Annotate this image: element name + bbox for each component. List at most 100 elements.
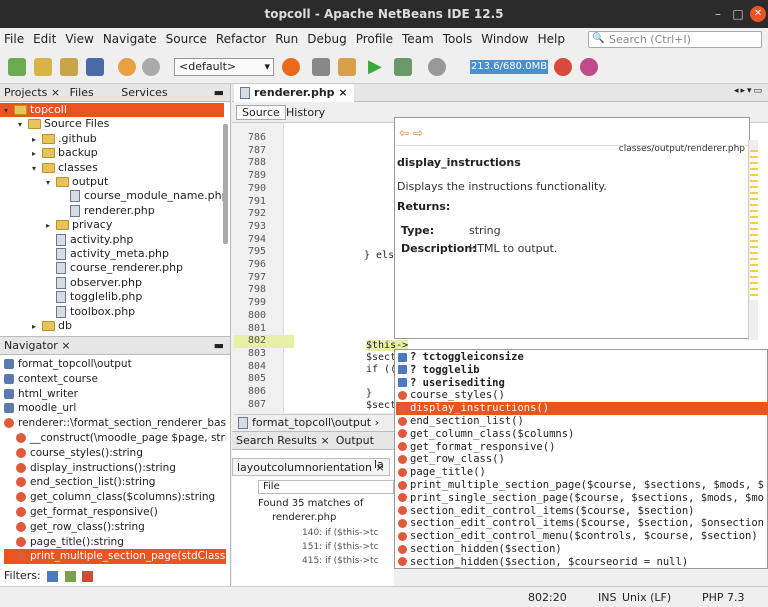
menu-refactor[interactable]: Refactor — [216, 32, 266, 46]
tree-item[interactable]: togglelib.php — [0, 290, 224, 304]
tree-item[interactable]: observer.php — [0, 276, 224, 290]
chevron-icon[interactable]: ▾ — [4, 104, 14, 118]
history-tab[interactable]: History — [286, 106, 325, 119]
tree-item[interactable]: ▾ output — [0, 175, 224, 189]
completion-item[interactable]: end_section_list() — [396, 415, 768, 428]
completion-item[interactable]: section_edit_control_items($course, $sec… — [396, 505, 768, 518]
tree-item[interactable]: activity.php — [0, 233, 224, 247]
completion-item[interactable]: print_multiple_section_page($course, $se… — [396, 479, 768, 492]
tab-files[interactable]: Files — [70, 86, 94, 99]
minimize-icon[interactable]: – — [710, 6, 726, 22]
menu-profile[interactable]: Profile — [356, 32, 393, 46]
navigator-item[interactable]: display_instructions():string — [4, 461, 226, 476]
tab-services[interactable]: Services — [121, 86, 167, 99]
tree-item[interactable]: ▸ db — [0, 319, 224, 333]
debug-icon[interactable] — [394, 58, 412, 76]
navigator-item[interactable]: course_styles():string — [4, 446, 226, 461]
chevron-icon[interactable]: ▸ — [46, 219, 56, 233]
tree-item[interactable]: course_renderer.php — [0, 261, 224, 275]
open-project-icon[interactable] — [60, 58, 78, 76]
profile-icon[interactable] — [428, 58, 446, 76]
menu-edit[interactable]: Edit — [33, 32, 56, 46]
tree-item[interactable]: ▸ backup — [0, 146, 224, 160]
back-icon[interactable]: ⇦ ⇨ — [399, 126, 423, 140]
result-file[interactable]: renderer.php — [272, 512, 336, 523]
build-icon[interactable] — [338, 58, 356, 76]
breadcrumb[interactable]: format_topcoll\output › — [234, 414, 394, 430]
menu-window[interactable]: Window — [481, 32, 528, 46]
navigator-tab[interactable]: Navigator × — [4, 339, 71, 352]
tree-item[interactable]: course_module_name.php — [0, 189, 229, 203]
menu-source[interactable]: Source — [166, 32, 207, 46]
completion-item[interactable]: section_hidden($section, $courseorid = n… — [396, 556, 768, 569]
new-project-icon[interactable] — [34, 58, 52, 76]
completion-item[interactable]: ? tctoggleiconsize — [396, 351, 768, 364]
tree-item[interactable]: ▸ .github — [0, 132, 224, 146]
chevron-icon[interactable]: ▾ — [18, 118, 28, 132]
tab-nav-icon[interactable]: ◂▸▾▭ — [734, 86, 764, 96]
tree-item[interactable]: ▾ Source Files — [0, 117, 224, 131]
search-input[interactable]: Search (Ctrl+I) — [609, 33, 691, 46]
filter-icon[interactable] — [47, 570, 59, 582]
filter-icon[interactable] — [82, 570, 94, 582]
completion-item[interactable]: get_format_responsive() — [396, 441, 768, 454]
save-all-icon[interactable] — [86, 58, 104, 76]
tab-renderer[interactable]: renderer.php × — [234, 84, 354, 102]
menu-debug[interactable]: Debug — [307, 32, 346, 46]
chevron-icon[interactable]: ▸ — [32, 147, 42, 161]
completion-item[interactable]: page_title() — [396, 466, 768, 479]
close-icon[interactable]: ✕ — [750, 6, 766, 22]
scope-field[interactable]: File — [258, 480, 394, 494]
tree-item[interactable]: ▾ classes — [0, 161, 224, 175]
completion-item[interactable]: get_row_class() — [396, 453, 768, 466]
navigator-item[interactable]: __construct(\moodle_page $page, strir — [4, 431, 226, 446]
completion-item[interactable]: course_styles() — [396, 389, 768, 402]
completion-item[interactable]: section_edit_control_items($course, $sec… — [396, 517, 768, 530]
tree-item[interactable]: ▸ privacy — [0, 218, 224, 232]
menu-team[interactable]: Team — [402, 32, 434, 46]
undo-icon[interactable] — [118, 58, 136, 76]
scrollbar[interactable] — [223, 124, 228, 244]
completion-item[interactable]: print_single_section_page($course, $sect… — [396, 492, 768, 505]
chevron-icon[interactable]: ▸ — [32, 133, 42, 147]
source-tab[interactable]: Source — [236, 105, 286, 120]
navigator-item[interactable]: context_course — [4, 372, 226, 387]
navigator-item[interactable]: print_multiple_section_page(stdClass $ — [4, 549, 226, 565]
redo-icon[interactable] — [142, 58, 160, 76]
navigator-item[interactable]: moodle_url — [4, 401, 226, 416]
completion-item[interactable]: display_instructions() — [396, 402, 768, 416]
minimize-panel-icon[interactable]: ▬ — [214, 337, 224, 355]
completion-item[interactable]: ? togglelib — [396, 364, 768, 377]
results-subtab[interactable]: layoutcolumnorientation × — [232, 458, 390, 476]
chevron-icon[interactable]: ▾ — [46, 176, 56, 190]
minimize-panel-icon[interactable]: ▬ — [214, 84, 224, 102]
navigator-item[interactable]: page_title():string — [4, 535, 226, 550]
run-icon[interactable]: ▶ — [368, 56, 382, 77]
navigator-item[interactable]: format_topcoll\output — [4, 357, 226, 372]
tab-search-results[interactable]: Search Results × — [236, 434, 330, 447]
maximize-icon[interactable]: □ — [730, 6, 746, 22]
navigator-item[interactable]: get_format_responsive() — [4, 505, 226, 520]
result-row[interactable]: 151: if ($this->tc — [302, 542, 379, 552]
tab-projects[interactable]: Projects × — [4, 86, 60, 99]
profiler-icon[interactable] — [580, 58, 598, 76]
menu-help[interactable]: Help — [538, 32, 565, 46]
tree-item[interactable]: renderer.php — [0, 204, 224, 218]
tree-item[interactable]: ▾ topcoll — [0, 103, 224, 117]
error-stripe[interactable] — [748, 140, 758, 340]
filter-icon[interactable] — [64, 570, 76, 582]
menu-view[interactable]: View — [65, 32, 93, 46]
completion-item[interactable]: ? userisediting — [396, 377, 768, 390]
tab-output[interactable]: Output — [336, 434, 374, 447]
new-file-icon[interactable] — [8, 58, 26, 76]
menu-navigate[interactable]: Navigate — [103, 32, 157, 46]
navigator-item[interactable]: end_section_list():string — [4, 475, 226, 490]
results-subtab-2[interactable]: la — [374, 458, 384, 471]
memory-indicator[interactable]: 213.6/680.0MB — [470, 60, 548, 74]
navigator-item[interactable]: get_row_class():string — [4, 520, 226, 535]
gc-icon[interactable] — [554, 58, 572, 76]
navigator-item[interactable]: html_writer — [4, 387, 226, 402]
completion-item[interactable]: get_column_class($columns) — [396, 428, 768, 441]
menu-tools[interactable]: Tools — [443, 32, 473, 46]
chevron-icon[interactable]: ▸ — [32, 320, 42, 334]
